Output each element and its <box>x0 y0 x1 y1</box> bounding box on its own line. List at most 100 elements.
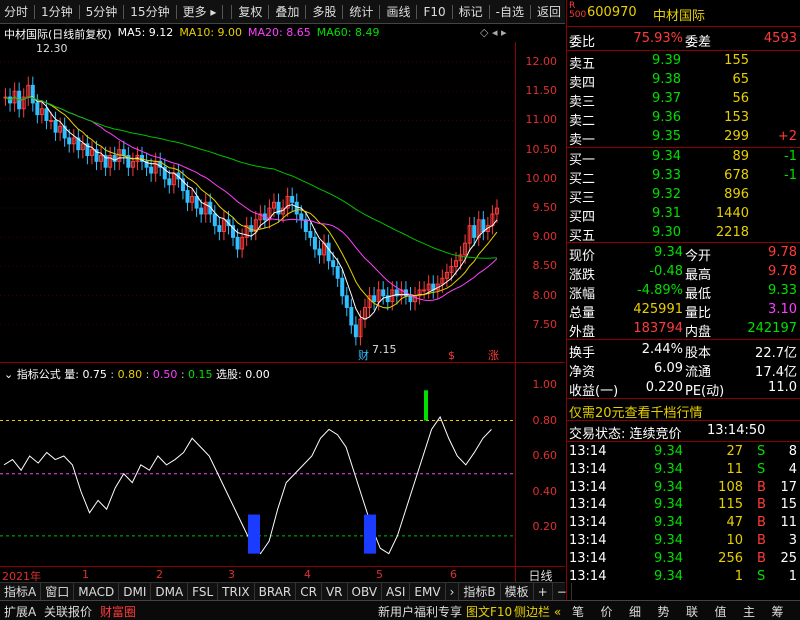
divider <box>567 339 800 340</box>
indicator-tab-5[interactable]: FSL <box>188 583 219 600</box>
indicator-tab-13[interactable]: › <box>446 583 460 600</box>
period-button[interactable]: 日线 <box>515 566 565 583</box>
toolbar-button-5[interactable]: F10 <box>419 1 449 23</box>
toolbar-separator <box>529 4 531 19</box>
bottom-right-tab-3[interactable]: 势 <box>658 603 670 620</box>
bottom-mid-link-0[interactable]: 新用户福利专享 <box>378 603 462 620</box>
bid-price: 9.31 <box>652 206 681 221</box>
indicator-axis: 1.00 0.80 0.60 0.40 0.20 <box>515 362 565 566</box>
indicator-tab-1[interactable]: 窗口 <box>41 583 75 600</box>
stat-value: -4.89% <box>637 283 683 298</box>
indicator-tab-2[interactable]: MACD <box>74 583 120 600</box>
ask-price: 9.36 <box>652 110 681 125</box>
toolbar-tab-0[interactable]: 分时 <box>0 1 32 23</box>
stats-row: 总量 425991 量比 3.10 <box>567 301 800 321</box>
indicator-tab-7[interactable]: BRAR <box>255 583 297 600</box>
price-tick: 7.50 <box>532 317 558 331</box>
stat-label: 换手 <box>569 346 596 361</box>
bid-label: 买一 <box>569 153 596 168</box>
bottom-right-tab-6[interactable]: 主 <box>743 603 755 620</box>
r-badge: R 500 <box>569 2 586 20</box>
toolbar-separator <box>78 4 80 19</box>
toolbar-button-8[interactable]: 返回 <box>533 1 565 23</box>
indicator-tab-14[interactable]: 指标B <box>459 583 501 600</box>
toolbar-tab-4[interactable]: 更多 ▸ <box>179 1 221 23</box>
stat-value: 0.220 <box>645 380 683 395</box>
bid-row: 买一 9.34 89 -1 <box>567 148 800 168</box>
date-axis: 2021年 1 2 3 4 5 6 <box>0 566 515 583</box>
price-tick: 8.50 <box>532 259 558 273</box>
indicator-tab-4[interactable]: DMA <box>151 583 189 600</box>
indicator-tab-9[interactable]: VR <box>322 583 348 600</box>
bottom-right-tab-0[interactable]: 笔 <box>572 603 584 620</box>
bottom-left-tab-2[interactable]: 财富圈 <box>100 603 136 620</box>
indicator-menu-icon[interactable]: ⌄ <box>4 368 13 381</box>
bottom-right-tab-2[interactable]: 细 <box>629 603 641 620</box>
tick-direction: B <box>757 497 766 513</box>
candle-body <box>121 149 126 157</box>
toolbar-button-2[interactable]: 多股 <box>308 1 340 23</box>
stats2-row: 收益(一) 0.220 PE(动) 11.0 <box>567 379 800 399</box>
toolbar-tab-2[interactable]: 5分钟 <box>82 1 122 23</box>
bottom-mid-link-2[interactable]: 侧边栏 « <box>514 603 561 620</box>
divider <box>567 398 800 399</box>
toolbar-separator <box>175 4 177 19</box>
bid-label: 买三 <box>569 191 596 206</box>
toolbar-separator <box>123 4 125 19</box>
indicator-tick: 1.00 <box>532 378 558 391</box>
bid-volume: 2218 <box>715 225 749 240</box>
toolbar-button-0[interactable]: 复权 <box>234 1 266 23</box>
indicator-tab-8[interactable]: CR <box>296 583 322 600</box>
tick-count: 17 <box>780 479 797 495</box>
indicator-tab-6[interactable]: TRIX <box>218 583 255 600</box>
trade-state-label: 交易状态: 连续竞价 <box>569 427 682 442</box>
toolbar-button-1[interactable]: 叠加 <box>271 1 303 23</box>
moving-average-line <box>5 96 498 301</box>
indicator-tab-16[interactable]: + <box>534 583 553 600</box>
tick-time: 13:14 <box>569 444 607 459</box>
bottom-left-tab-0[interactable]: 扩展A <box>4 603 36 620</box>
bottom-bar: 扩展A 关联报价 财富圈 新用户福利专享 图文F10 侧边栏 « 笔价细势联值主筹 <box>0 600 800 620</box>
tick-volume: 108 <box>718 479 743 495</box>
toolbar-button-7[interactable]: -自选 <box>492 1 528 23</box>
promo-row: 仅需20元查看千档行情 <box>567 401 800 421</box>
toolbar-button-3[interactable]: 统计 <box>345 1 377 23</box>
indicator-tab-15[interactable]: 模板 <box>501 583 534 600</box>
indicator-tab-0[interactable]: 指标A <box>0 583 42 600</box>
toolbar-tab-1[interactable]: 1分钟 <box>37 1 77 23</box>
ask-label: 卖五 <box>569 57 596 72</box>
toolbar-separator <box>305 4 307 19</box>
indicator-tick: 0.40 <box>532 485 558 498</box>
candle-body <box>199 207 204 215</box>
bottom-mid-link-1[interactable]: 图文F10 <box>466 603 512 620</box>
toolbar-button-4[interactable]: 画线 <box>382 1 414 23</box>
promo-link[interactable]: 仅需20元查看千档行情 <box>569 402 703 421</box>
indicator-tab-3[interactable]: DMI <box>119 583 152 600</box>
bottom-right-tab-1[interactable]: 价 <box>601 603 613 620</box>
indicator-v1: 0.75 <box>82 368 107 381</box>
chart-options-icons[interactable]: ◇ ◂ ▸ <box>480 26 507 39</box>
indicator-tab-11[interactable]: ASI <box>382 583 411 600</box>
indicator-chart[interactable] <box>0 362 515 566</box>
ask-row: 卖三 9.37 56 <box>567 90 800 110</box>
indicator-tab-10[interactable]: OBV <box>348 583 383 600</box>
price-tick: 11.50 <box>525 84 558 98</box>
toolbar-button-6[interactable]: 标记 <box>455 1 487 23</box>
candle-body <box>67 137 72 145</box>
indicator-tab-12[interactable]: EMV <box>410 583 446 600</box>
bottom-left-tab-1[interactable]: 关联报价 <box>44 603 92 620</box>
candlestick-chart[interactable]: 12.30 7.15财 $ 涨 <box>0 42 515 362</box>
bottom-right-tab-7[interactable]: 筹 <box>772 603 784 620</box>
tick-count: 11 <box>780 515 797 531</box>
toolbar-tab-3[interactable]: 15分钟 <box>126 1 173 23</box>
tick-row: 13:14 9.34 115 B 15 <box>567 496 800 515</box>
wei-bi-value: 75.93% <box>633 31 683 46</box>
bid-volume: 89 <box>732 149 749 164</box>
indicator-title[interactable]: 指标公式 <box>17 368 61 381</box>
candle-body <box>408 295 413 303</box>
bottom-right-tab-4[interactable]: 联 <box>686 603 698 620</box>
bottom-right-tab-5[interactable]: 值 <box>715 603 727 620</box>
stat-label: 流通 <box>685 365 712 380</box>
ask-row: 卖一 9.35 299 +2 <box>567 128 800 148</box>
stat-value: 9.33 <box>768 283 797 298</box>
